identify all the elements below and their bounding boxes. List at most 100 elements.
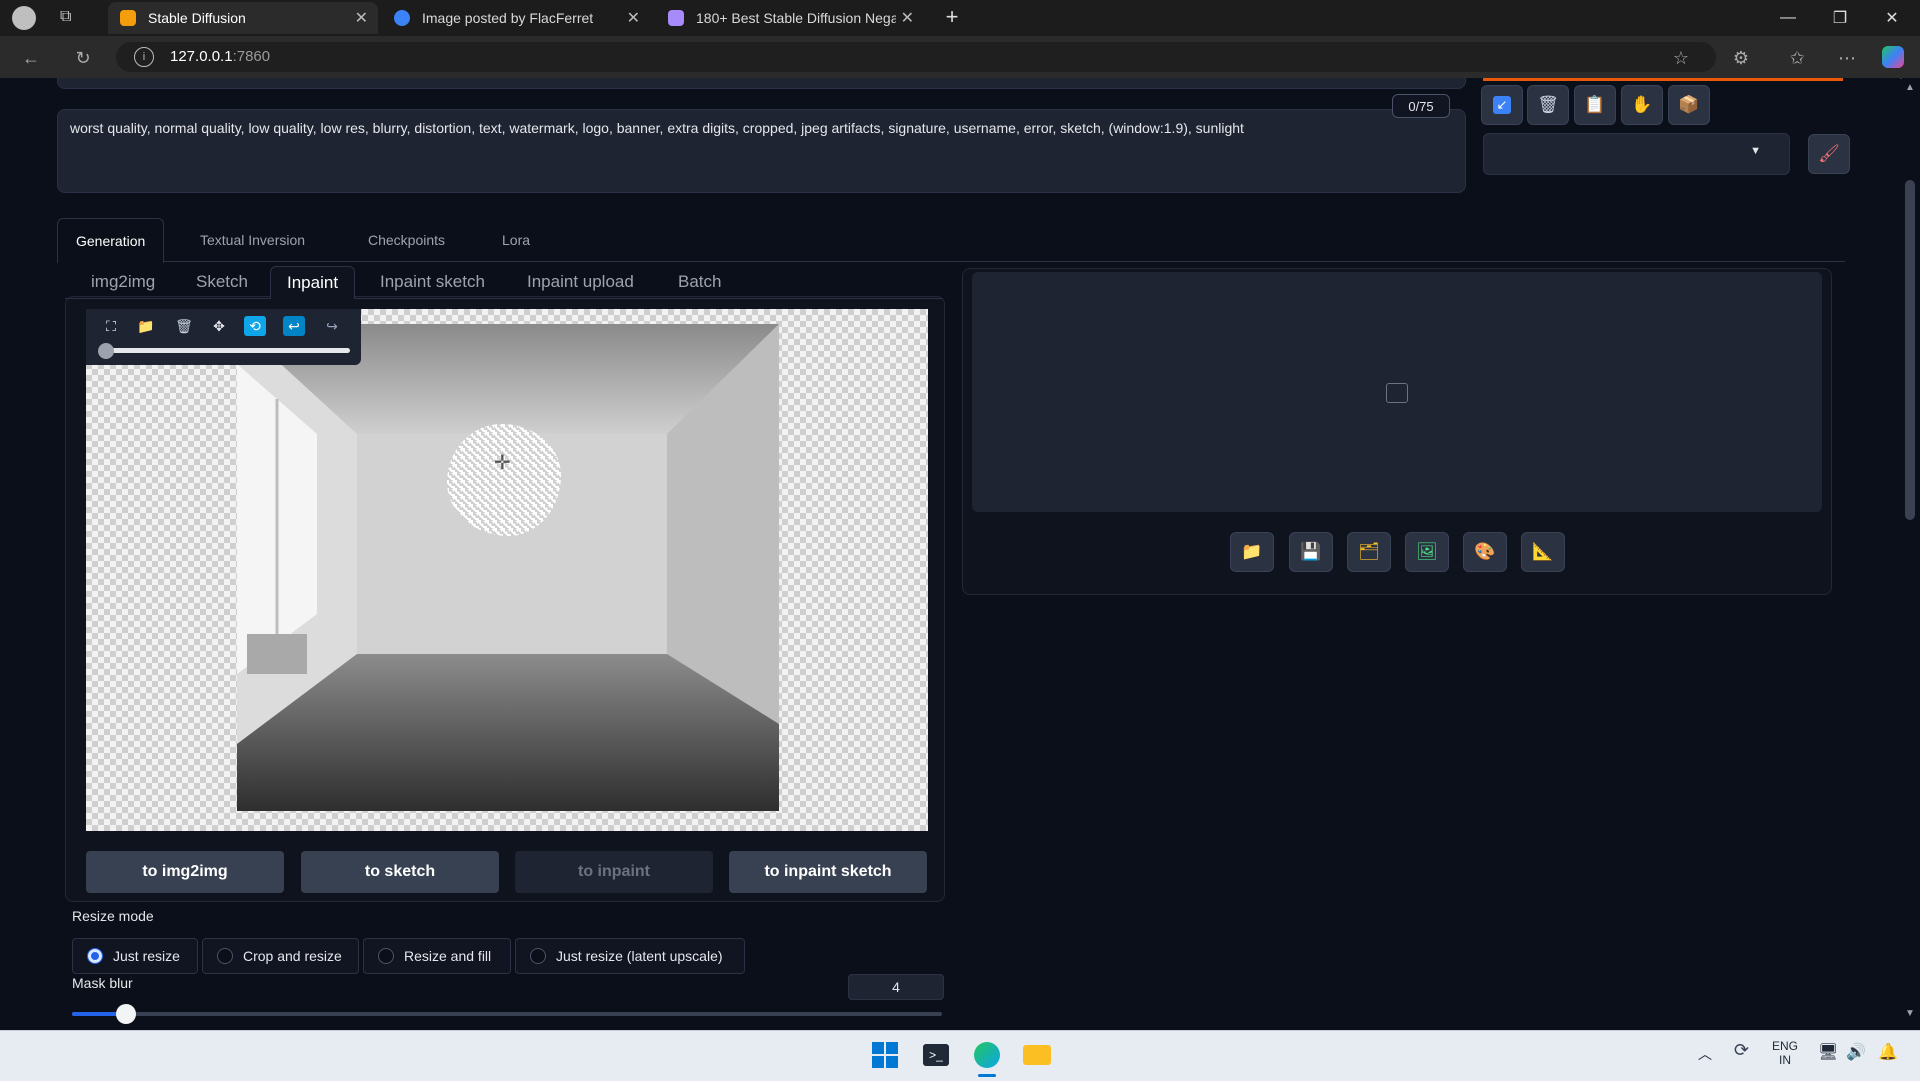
send-to-inpaint-button[interactable]: 🎨	[1463, 532, 1507, 572]
terminal-icon[interactable]: >_	[917, 1036, 955, 1074]
volume-icon[interactable]: 🔊	[1846, 1042, 1866, 1062]
tab-negative-prompts[interactable]: 180+ Best Stable Diffusion Negat ✕	[656, 2, 924, 34]
favorites-icon[interactable]: ✩	[1782, 44, 1812, 72]
clear-canvas-trash-icon[interactable]: 🗑	[173, 316, 195, 336]
language-indicator[interactable]: ENG IN	[1772, 1039, 1798, 1067]
tab-batch[interactable]: Batch	[678, 266, 721, 298]
new-tab-plus-icon[interactable]: +	[940, 6, 964, 30]
tab-inpaint-sketch[interactable]: Inpaint sketch	[380, 266, 485, 298]
taskbar-active-indicator	[978, 1074, 996, 1077]
tab-img2img[interactable]: img2img	[91, 266, 155, 298]
tab-title: 180+ Best Stable Diffusion Negat	[696, 10, 896, 26]
undo-icon[interactable]: ↩	[283, 316, 305, 336]
folder-icon: 📁	[1241, 542, 1263, 561]
generate-button-edge[interactable]	[1483, 78, 1843, 81]
zip-button[interactable]: 🗂	[1347, 532, 1391, 572]
close-tab-icon[interactable]: ✕	[627, 8, 640, 28]
scroll-up-arrow-icon[interactable]: ▲	[1905, 82, 1915, 93]
inpaint-mask	[447, 424, 561, 536]
more-menu-icon[interactable]: ⋯	[1832, 44, 1862, 72]
scroll-down-arrow-icon[interactable]: ▼	[1905, 1008, 1915, 1019]
tab-sketch[interactable]: Sketch	[196, 266, 248, 298]
fullscreen-icon[interactable]: ⛶	[100, 316, 122, 336]
network-icon[interactable]: 🖥	[1818, 1042, 1838, 1062]
edit-styles-button[interactable]: 🖌	[1808, 134, 1850, 174]
close-tab-icon[interactable]: ✕	[901, 8, 914, 28]
to-inpaint-button[interactable]: to inpaint	[515, 851, 713, 893]
radio-crop-and-resize[interactable]: Crop and resize	[202, 938, 359, 974]
box-icon: 📦	[1678, 95, 1700, 114]
hand-icon: ✋	[1631, 95, 1653, 114]
minimize-icon[interactable]: —	[1762, 0, 1814, 36]
mask-blur-label: Mask blur	[72, 975, 133, 991]
mask-blur-number-input[interactable]: 4	[848, 974, 944, 1000]
close-tab-icon[interactable]: ✕	[355, 8, 368, 28]
positive-prompt-edge[interactable]	[57, 78, 1466, 89]
reset-zoom-icon[interactable]: ⟲	[244, 316, 266, 336]
radio-just-resize[interactable]: Just resize	[72, 938, 198, 974]
tab-lora[interactable]: Lora	[502, 218, 530, 262]
negative-prompt-text: worst quality, normal quality, low quali…	[70, 120, 1244, 136]
redo-icon[interactable]: ↪	[321, 316, 343, 336]
tab-image-posted[interactable]: Image posted by FlacFerret ✕	[382, 2, 650, 34]
radio-latent-upscale[interactable]: Just resize (latent upscale)	[515, 938, 745, 974]
interrupt-button[interactable]: ✋	[1621, 85, 1663, 125]
brush-size-slider[interactable]	[100, 348, 350, 353]
negative-prompt-input[interactable]: worst quality, normal quality, low quali…	[57, 109, 1466, 193]
tab-checkpoints[interactable]: Checkpoints	[368, 218, 445, 262]
close-window-icon[interactable]: ✕	[1866, 0, 1918, 36]
to-sketch-button[interactable]: to sketch	[301, 851, 499, 893]
extensions-icon[interactable]: ⚙	[1726, 44, 1756, 72]
clear-prompt-button[interactable]: 🗑	[1527, 85, 1569, 125]
notifications-bell-icon[interactable]: 🔔	[1878, 1042, 1898, 1062]
radio-empty-icon	[530, 948, 546, 964]
mask-blur-slider-knob[interactable]	[116, 1004, 136, 1024]
sync-icon[interactable]: ⟳	[1734, 1040, 1749, 1061]
site-info-icon[interactable]: i	[134, 47, 154, 67]
to-inpaint-sketch-button[interactable]: to inpaint sketch	[729, 851, 927, 893]
favorite-star-icon[interactable]: ☆	[1666, 44, 1696, 72]
tab-title: Image posted by FlacFerret	[422, 10, 594, 26]
edge-browser-icon[interactable]	[968, 1036, 1006, 1074]
brush-size-knob[interactable]	[98, 343, 114, 359]
url-text: 127.0.0.1:7860	[170, 48, 271, 65]
send-to-img2img-button[interactable]: 🖼	[1405, 532, 1449, 572]
tab-inpaint[interactable]: Inpaint	[270, 266, 356, 299]
workspaces-icon[interactable]: ⧉	[60, 8, 80, 28]
folder-open-icon[interactable]: 📁	[135, 316, 157, 336]
move-icon[interactable]: ✥	[208, 316, 230, 336]
to-img2img-button[interactable]: to img2img	[86, 851, 284, 893]
tab-inpaint-upload[interactable]: Inpaint upload	[527, 266, 634, 298]
arrow-read-icon: ↙	[1493, 96, 1511, 114]
read-params-button[interactable]: ↙	[1481, 85, 1523, 125]
url-bar[interactable]	[116, 42, 1716, 72]
back-icon[interactable]: ←	[16, 44, 46, 72]
source-image	[237, 324, 779, 811]
room-image	[237, 324, 779, 811]
clipboard-icon: 📋	[1584, 95, 1606, 114]
tray-chevron-up-icon[interactable]: ︿	[1698, 1044, 1712, 1064]
windows-start-icon[interactable]	[866, 1036, 904, 1074]
profile-avatar-icon[interactable]	[12, 6, 36, 30]
file-explorer-icon[interactable]	[1018, 1036, 1056, 1074]
extra-networks-button[interactable]: 📦	[1668, 85, 1710, 125]
radio-empty-icon	[217, 948, 233, 964]
apply-styles-button[interactable]: 📋	[1574, 85, 1616, 125]
main-tabs-bar-line	[57, 261, 1845, 262]
tab-stable-diffusion[interactable]: Stable Diffusion ✕	[108, 2, 378, 34]
open-folder-button[interactable]: 📁	[1230, 532, 1274, 572]
restore-icon[interactable]: ❐	[1814, 0, 1866, 36]
palette-icon: 🎨	[1474, 542, 1496, 561]
brush-icon: 🖌	[1818, 144, 1840, 163]
tab-textual-inversion[interactable]: Textual Inversion	[200, 218, 305, 262]
page-scrollbar-thumb[interactable]	[1905, 180, 1915, 520]
send-to-extras-button[interactable]: 📐	[1521, 532, 1565, 572]
radio-resize-and-fill[interactable]: Resize and fill	[363, 938, 511, 974]
tab-generation[interactable]: Generation	[57, 218, 165, 263]
save-button[interactable]: 💾	[1289, 532, 1333, 572]
styles-dropdown[interactable]: ▼	[1483, 133, 1790, 175]
archive-icon: 🗂	[1358, 542, 1380, 561]
copilot-icon[interactable]	[1882, 46, 1904, 68]
mask-blur-slider[interactable]	[72, 1012, 942, 1016]
refresh-icon[interactable]: ↻	[68, 44, 98, 72]
